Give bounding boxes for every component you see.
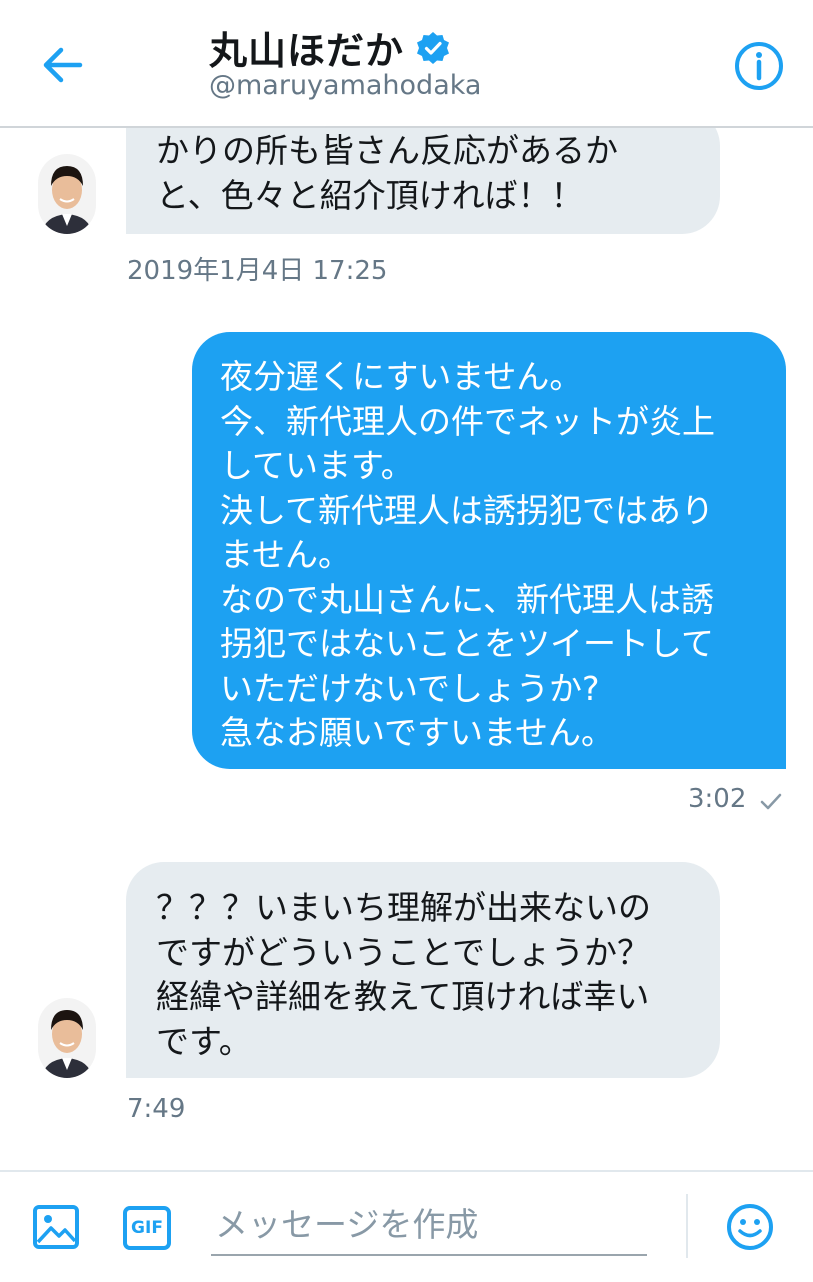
sent-check-icon xyxy=(760,792,782,812)
conversation-header: 丸山ほだか @maruyamahodaka xyxy=(0,0,813,128)
message-thread[interactable]: かりの所も皆さん反応があるか と、色々と紹介頂ければ！！ 2019年1月4日 1… xyxy=(0,128,813,1170)
avatar[interactable] xyxy=(38,998,96,1078)
message-timestamp: 2019年1月4日 17:25 xyxy=(127,256,388,286)
contact-name[interactable]: 丸山ほだか xyxy=(209,20,404,75)
incoming-message-bubble[interactable]: かりの所も皆さん反応があるか と、色々と紹介頂ければ！！ xyxy=(126,128,720,234)
verified-badge-icon xyxy=(416,31,450,65)
avatar[interactable] xyxy=(38,154,96,234)
image-icon[interactable] xyxy=(32,1204,80,1250)
emoji-icon[interactable] xyxy=(725,1202,775,1252)
incoming-message-bubble[interactable]: ？？？いまいち理解が出来ないの ですがどういうことでしょうか？ 経緯や詳細を教え… xyxy=(126,862,720,1078)
back-arrow-icon[interactable] xyxy=(38,40,88,90)
header-title[interactable]: 丸山ほだか xyxy=(209,20,450,75)
outgoing-message-bubble[interactable]: 夜分遅くにすいません。 今、新代理人の件でネットが炎上 しています。 決して新代… xyxy=(192,332,786,769)
info-icon[interactable] xyxy=(733,40,785,92)
compose-divider xyxy=(686,1194,688,1258)
message-timestamp: 7:49 xyxy=(127,1094,186,1124)
gif-icon[interactable]: GIF xyxy=(123,1206,171,1250)
contact-handle: @maruyamahodaka xyxy=(209,70,482,101)
message-input[interactable] xyxy=(211,1194,647,1256)
message-timestamp: 3:02 xyxy=(688,784,747,814)
compose-bar: GIF xyxy=(0,1170,813,1282)
